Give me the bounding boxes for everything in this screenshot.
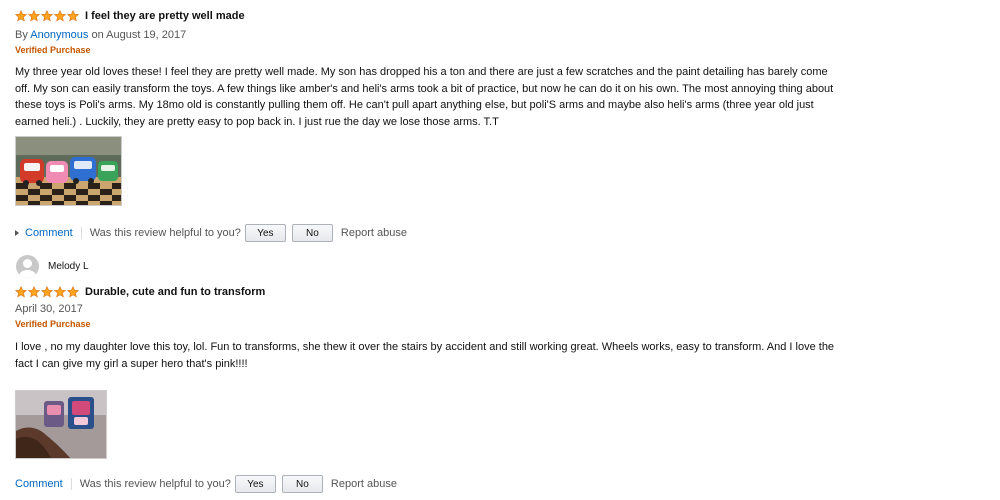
reviewer-name[interactable]: Melody L bbox=[48, 261, 89, 272]
review-2: Durable, cute and fun to transform April… bbox=[15, 284, 845, 372]
review-byline: By Anonymous on August 19, 2017 bbox=[15, 29, 845, 42]
review-body: My three year old loves these! I feel th… bbox=[15, 66, 834, 128]
star-icon bbox=[41, 286, 53, 298]
author-link[interactable]: Anonymous bbox=[30, 29, 88, 41]
pink-toy-photo-image bbox=[16, 391, 106, 458]
review-1-actions: Comment Was this review helpful to you? … bbox=[15, 224, 407, 242]
toy-cars-photo-image bbox=[16, 137, 121, 205]
review-photo-toys[interactable] bbox=[15, 136, 122, 206]
star-icon bbox=[67, 286, 79, 298]
divider bbox=[80, 227, 82, 239]
review-2-actions: Comment Was this review helpful to you? … bbox=[15, 475, 397, 493]
star-icon bbox=[54, 286, 66, 298]
star-icon bbox=[67, 10, 79, 22]
star-icon bbox=[28, 10, 40, 22]
report-abuse-link[interactable]: Report abuse bbox=[331, 478, 397, 490]
triangle-right-icon bbox=[15, 230, 19, 236]
helpful-no-button[interactable]: No bbox=[281, 475, 323, 493]
reviewer-profile[interactable]: Melody L bbox=[16, 255, 89, 278]
review-title-row: Durable, cute and fun to transform bbox=[15, 284, 845, 300]
star-icon bbox=[28, 286, 40, 298]
helpful-yes-button[interactable]: Yes bbox=[244, 224, 286, 242]
review-title[interactable]: Durable, cute and fun to transform bbox=[85, 286, 265, 298]
review-body: I love , no my daughter love this toy, l… bbox=[15, 341, 835, 370]
helpful-yes-button[interactable]: Yes bbox=[234, 475, 276, 493]
review-title-row: I feel they are pretty well made bbox=[15, 8, 845, 24]
review-title[interactable]: I feel they are pretty well made bbox=[85, 10, 245, 22]
divider bbox=[70, 478, 72, 490]
review-date: on August 19, 2017 bbox=[88, 29, 187, 41]
helpful-no-button[interactable]: No bbox=[291, 224, 333, 242]
star-icon bbox=[54, 10, 66, 22]
star-icon bbox=[15, 286, 27, 298]
report-abuse-link[interactable]: Report abuse bbox=[341, 227, 407, 239]
comment-link[interactable]: Comment bbox=[15, 478, 63, 490]
star-rating[interactable] bbox=[15, 286, 80, 298]
default-avatar-icon bbox=[16, 255, 39, 278]
review-photo-pink-toy[interactable] bbox=[15, 390, 107, 459]
by-prefix: By bbox=[15, 29, 31, 41]
comment-label: Comment bbox=[15, 478, 63, 490]
helpful-question: Was this review helpful to you? bbox=[89, 227, 241, 239]
review-date: April 30, 2017 bbox=[15, 303, 83, 315]
star-icon bbox=[41, 10, 53, 22]
star-icon bbox=[15, 10, 27, 22]
review-1: I feel they are pretty well made By Anon… bbox=[15, 8, 845, 130]
comment-link[interactable]: Comment bbox=[15, 227, 73, 239]
helpful-question: Was this review helpful to you? bbox=[79, 478, 231, 490]
verified-purchase-badge[interactable]: Verified Purchase bbox=[15, 45, 845, 57]
star-rating[interactable] bbox=[15, 10, 80, 22]
verified-purchase-badge[interactable]: Verified Purchase bbox=[15, 319, 845, 331]
comment-label: Comment bbox=[25, 227, 73, 239]
